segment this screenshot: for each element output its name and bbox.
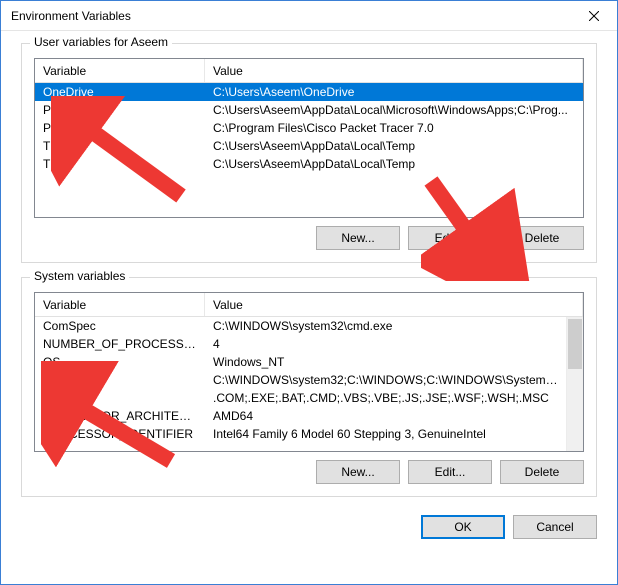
cell-value: AMD64 xyxy=(205,409,566,423)
window-title: Environment Variables xyxy=(11,9,571,23)
table-row[interactable]: ComSpecC:\WINDOWS\system32\cmd.exe xyxy=(35,317,583,335)
system-variables-group: System variables Variable Value ComSpecC… xyxy=(21,277,597,497)
table-row[interactable]: OneDriveC:\Users\Aseem\OneDrive xyxy=(35,83,583,101)
system-button-row: New... Edit... Delete xyxy=(34,460,584,484)
cell-value: C:\Users\Aseem\OneDrive xyxy=(205,85,583,99)
table-row[interactable]: PathC:\WINDOWS\system32;C:\WINDOWS;C:\WI… xyxy=(35,371,583,389)
system-variables-list[interactable]: Variable Value ComSpecC:\WINDOWS\system3… xyxy=(34,292,584,452)
scrollbar[interactable] xyxy=(566,317,583,451)
cancel-button[interactable]: Cancel xyxy=(513,515,597,539)
cell-value: .COM;.EXE;.BAT;.CMD;.VBS;.VBE;.JS;.JSE;.… xyxy=(205,391,566,405)
table-row[interactable]: PROCESSOR_ARCHITECTUREAMD64 xyxy=(35,407,583,425)
content-area: User variables for Aseem Variable Value … xyxy=(1,31,617,584)
cell-variable: PT7HOME xyxy=(35,121,205,135)
table-row[interactable]: PATHEXT.COM;.EXE;.BAT;.CMD;.VBS;.VBE;.JS… xyxy=(35,389,583,407)
column-header-value[interactable]: Value xyxy=(205,293,583,316)
user-list-header: Variable Value xyxy=(35,59,583,83)
titlebar: Environment Variables xyxy=(1,1,617,31)
user-variables-list[interactable]: Variable Value OneDriveC:\Users\Aseem\On… xyxy=(34,58,584,218)
cell-variable: PATHEXT xyxy=(35,391,205,405)
system-new-button[interactable]: New... xyxy=(316,460,400,484)
cell-variable: Path xyxy=(35,103,205,117)
user-group-label: User variables for Aseem xyxy=(30,35,172,49)
system-delete-button[interactable]: Delete xyxy=(500,460,584,484)
cell-variable: PROCESSOR_ARCHITECTURE xyxy=(35,409,205,423)
cell-variable: NUMBER_OF_PROCESSORS xyxy=(35,337,205,351)
cell-variable: ComSpec xyxy=(35,319,205,333)
cell-variable: OneDrive xyxy=(35,85,205,99)
system-list-header: Variable Value xyxy=(35,293,583,317)
table-row[interactable]: PT7HOMEC:\Program Files\Cisco Packet Tra… xyxy=(35,119,583,137)
cell-value: C:\Program Files\Cisco Packet Tracer 7.0 xyxy=(205,121,583,135)
table-row[interactable]: OSWindows_NT xyxy=(35,353,583,371)
cell-variable: TEMP xyxy=(35,139,205,153)
user-list-body: OneDriveC:\Users\Aseem\OneDrivePathC:\Us… xyxy=(35,83,583,217)
close-button[interactable] xyxy=(571,1,617,30)
column-header-variable[interactable]: Variable xyxy=(35,59,205,82)
cell-value: Windows_NT xyxy=(205,355,566,369)
ok-button[interactable]: OK xyxy=(421,515,505,539)
cell-value: C:\Users\Aseem\AppData\Local\Temp xyxy=(205,139,583,153)
cell-variable: Path xyxy=(35,373,205,387)
table-row[interactable]: TEMPC:\Users\Aseem\AppData\Local\Temp xyxy=(35,137,583,155)
cell-value: Intel64 Family 6 Model 60 Stepping 3, Ge… xyxy=(205,427,566,441)
user-edit-button[interactable]: Edit... xyxy=(408,226,492,250)
user-delete-button[interactable]: Delete xyxy=(500,226,584,250)
cell-value: C:\WINDOWS\system32\cmd.exe xyxy=(205,319,566,333)
close-icon xyxy=(589,11,599,21)
cell-value: 4 xyxy=(205,337,566,351)
column-header-variable[interactable]: Variable xyxy=(35,293,205,316)
cell-value: C:\WINDOWS\system32;C:\WINDOWS;C:\WINDOW… xyxy=(205,373,566,387)
system-edit-button[interactable]: Edit... xyxy=(408,460,492,484)
user-variables-group: User variables for Aseem Variable Value … xyxy=(21,43,597,263)
cell-value: C:\Users\Aseem\AppData\Local\Temp xyxy=(205,157,583,171)
cell-variable: PROCESSOR_IDENTIFIER xyxy=(35,427,205,441)
scrollbar-thumb[interactable] xyxy=(568,319,582,369)
table-row[interactable]: PROCESSOR_IDENTIFIERIntel64 Family 6 Mod… xyxy=(35,425,583,443)
table-row[interactable]: TMPC:\Users\Aseem\AppData\Local\Temp xyxy=(35,155,583,173)
environment-variables-dialog: Environment Variables User variables for… xyxy=(0,0,618,585)
cell-value: C:\Users\Aseem\AppData\Local\Microsoft\W… xyxy=(205,103,583,117)
user-new-button[interactable]: New... xyxy=(316,226,400,250)
cell-variable: OS xyxy=(35,355,205,369)
dialog-button-row: OK Cancel xyxy=(21,511,597,543)
column-header-value[interactable]: Value xyxy=(205,59,583,82)
cell-variable: TMP xyxy=(35,157,205,171)
table-row[interactable]: PathC:\Users\Aseem\AppData\Local\Microso… xyxy=(35,101,583,119)
system-group-label: System variables xyxy=(30,269,129,283)
system-list-body: ComSpecC:\WINDOWS\system32\cmd.exeNUMBER… xyxy=(35,317,583,451)
user-button-row: New... Edit... Delete xyxy=(34,226,584,250)
table-row[interactable]: NUMBER_OF_PROCESSORS4 xyxy=(35,335,583,353)
